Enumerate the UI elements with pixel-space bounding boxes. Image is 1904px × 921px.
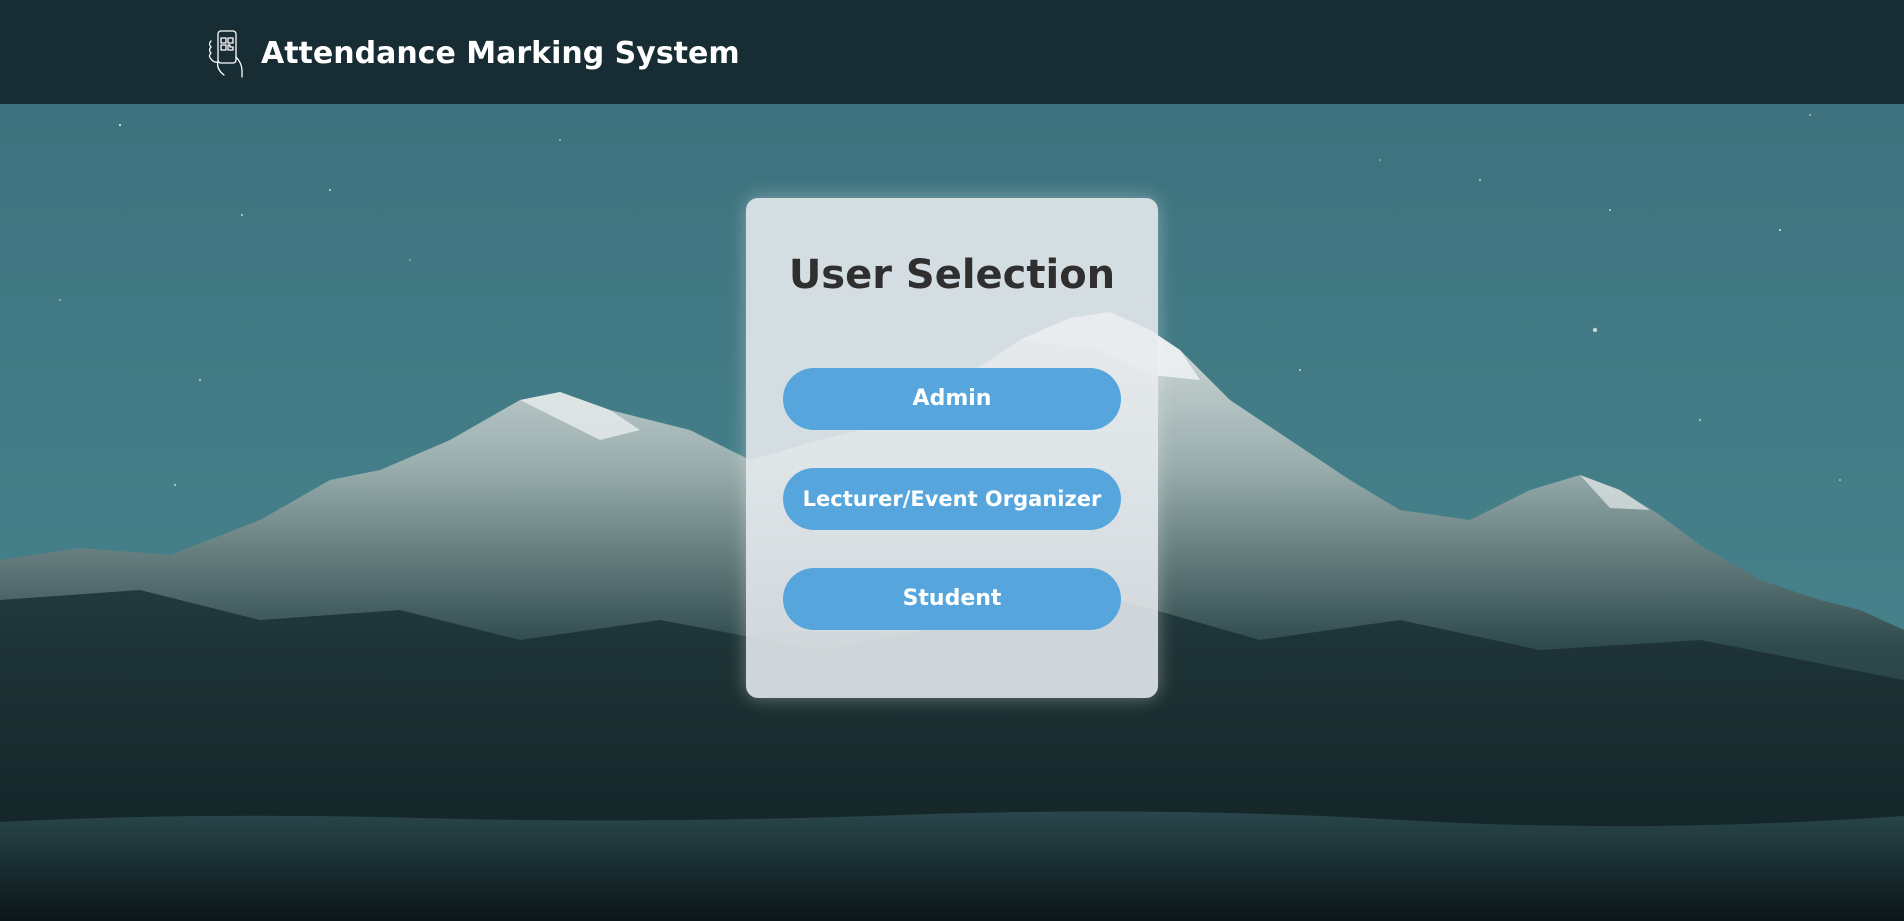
admin-button[interactable]: Admin (783, 368, 1121, 430)
app-title: Attendance Marking System (261, 35, 740, 71)
phone-qr-hand-icon (208, 30, 243, 78)
fog-layer (0, 811, 1904, 921)
brand[interactable]: Attendance Marking System (205, 26, 740, 80)
lecturer-event-organizer-button[interactable]: Lecturer/Event Organizer (783, 468, 1121, 530)
user-selection-card: User Selection Admin Lecturer/Event Orga… (746, 198, 1158, 698)
card-title: User Selection (788, 252, 1116, 298)
page: Attendance Marking System User Selection… (0, 0, 1904, 921)
top-navbar: Attendance Marking System (0, 0, 1904, 104)
student-button[interactable]: Student (783, 568, 1121, 630)
